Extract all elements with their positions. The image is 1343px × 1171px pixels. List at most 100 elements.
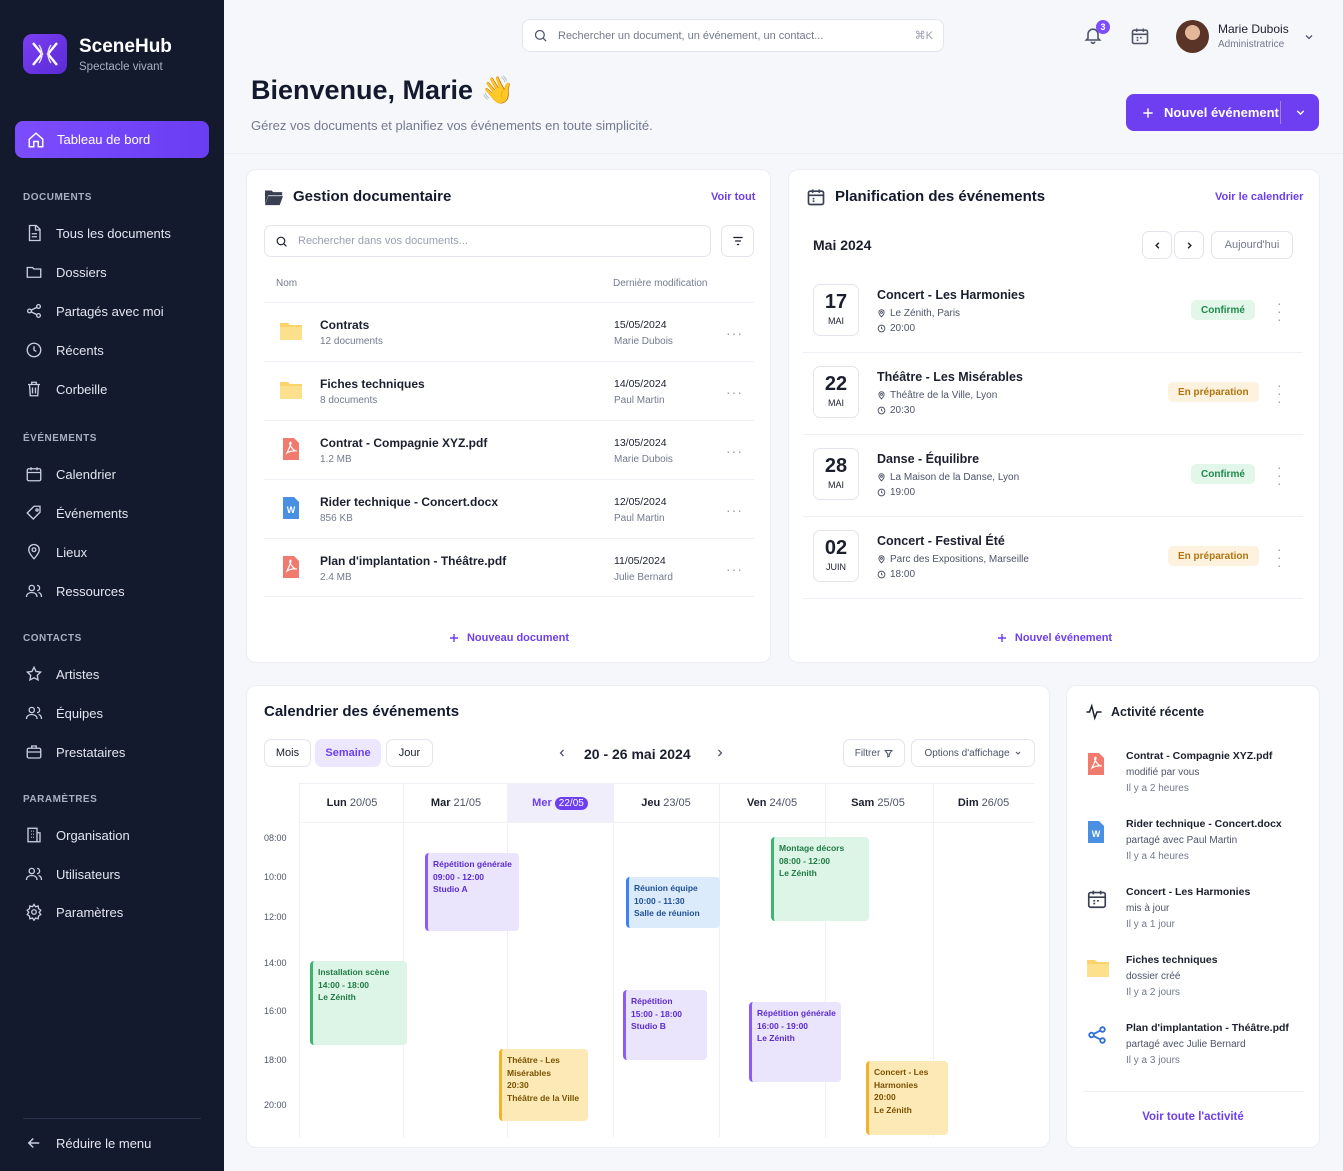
- pdf-file-icon: [283, 438, 299, 460]
- column-header-modified[interactable]: Dernière modification: [613, 278, 708, 289]
- user-menu-chevron-icon[interactable]: [1303, 31, 1315, 43]
- sidebar-item-users[interactable]: Utilisateurs: [25, 864, 120, 884]
- day-header[interactable]: Jeu 23/05: [613, 797, 719, 809]
- sidebar-item-settings[interactable]: Paramètres: [25, 902, 123, 922]
- new-event-button[interactable]: Nouvel événement: [1126, 94, 1319, 131]
- activity-item[interactable]: Concert - Les Harmonies mis à jour Il y …: [1084, 886, 1314, 942]
- view-day-button[interactable]: Jour: [386, 739, 433, 767]
- event-item[interactable]: 22 MAI Théâtre - Les Misérables Théâtre d…: [803, 353, 1303, 435]
- sidebar-item-folders[interactable]: Dossiers: [25, 262, 107, 282]
- activity-item[interactable]: Fiches techniques dossier créé Il y a 2 …: [1084, 954, 1314, 1010]
- activity-item[interactable]: Plan d'implantation - Théâtre.pdf partag…: [1084, 1022, 1314, 1078]
- pdf-file-icon: [283, 556, 299, 578]
- event-location: Parc des Expositions, Marseille: [877, 554, 1029, 565]
- more-options-icon[interactable]: ···: [726, 325, 743, 341]
- sidebar-item-resources[interactable]: Ressources: [25, 581, 125, 601]
- collapse-menu-button[interactable]: Réduire le menu: [25, 1133, 151, 1153]
- sidebar-item-teams[interactable]: Équipes: [25, 703, 103, 723]
- table-row[interactable]: Fiches techniques 8 documents 14/05/2024…: [264, 361, 754, 420]
- more-options-icon[interactable]: ···: [1277, 542, 1282, 572]
- calendar-button[interactable]: [1130, 26, 1150, 46]
- document-search-input[interactable]: Rechercher dans vos documents...: [264, 225, 711, 257]
- star-icon: [25, 665, 43, 682]
- event-item[interactable]: 17 MAI Concert - Les Harmonies Le Zénith,…: [803, 271, 1303, 353]
- event-item[interactable]: 28 MAI Danse - Équilibre La Maison de la …: [803, 435, 1303, 517]
- doc-name: Rider technique - Concert.docx: [320, 495, 499, 509]
- filter-icon: [732, 236, 743, 246]
- more-options-icon[interactable]: ···: [1277, 378, 1282, 408]
- table-row[interactable]: Plan d'implantation - Théâtre.pdf 2.4 MB…: [264, 538, 754, 597]
- new-event-link[interactable]: Nouvel événement: [789, 632, 1319, 644]
- calendar-event[interactable]: Théâtre - Les Misérables 20:30 Théâtre de …: [499, 1049, 588, 1121]
- user-name[interactable]: Marie Dubois: [1218, 22, 1289, 36]
- more-options-icon[interactable]: ···: [726, 561, 743, 577]
- sidebar-item-artists[interactable]: Artistes: [25, 664, 99, 684]
- view-week-button[interactable]: Semaine: [315, 739, 381, 767]
- display-options-dropdown[interactable]: Options d'affichage: [911, 739, 1035, 767]
- brand[interactable]: SceneHub Spectacle vivant: [23, 34, 172, 74]
- next-week-button[interactable]: [714, 747, 726, 759]
- sidebar-item-trash[interactable]: Corbeille: [25, 379, 107, 399]
- calendar-event[interactable]: Réunion équipe 10:00 - 11:30 Salle de réun…: [626, 877, 720, 928]
- sidebar-item-label: Tableau de bord: [57, 132, 151, 147]
- table-row[interactable]: Contrat - Compagnie XYZ.pdf 1.2 MB 13/05…: [264, 420, 754, 479]
- doc-user: Marie Dubois: [614, 454, 673, 465]
- day-header[interactable]: Ven 24/05: [719, 797, 825, 809]
- prev-week-button[interactable]: [556, 747, 568, 759]
- sidebar-item-recent[interactable]: Récents: [25, 340, 104, 360]
- sidebar-item-all-documents[interactable]: Tous les documents: [25, 223, 171, 243]
- table-row[interactable]: Contrats 12 documents 15/05/2024 Marie D…: [264, 302, 754, 361]
- sidebar-item-shared[interactable]: Partagés avec moi: [25, 301, 164, 321]
- sidebar-item-organisation[interactable]: Organisation: [25, 825, 130, 845]
- new-document-button[interactable]: Nouveau document: [247, 632, 770, 644]
- new-event-dropdown[interactable]: [1281, 106, 1319, 119]
- sidebar-item-providers[interactable]: Prestataires: [25, 742, 125, 762]
- column-header-name[interactable]: Nom: [276, 278, 297, 289]
- today-button[interactable]: Aujourd'hui: [1211, 231, 1293, 259]
- sidebar-item-label: Ressources: [56, 583, 125, 599]
- day-header[interactable]: Mar 21/05: [403, 797, 509, 809]
- view-all-documents-link[interactable]: Voir tout: [711, 191, 755, 203]
- grid-line: [299, 822, 1034, 823]
- more-options-icon[interactable]: ···: [1277, 460, 1282, 490]
- event-time: 16:00 - 19:00: [757, 1020, 809, 1031]
- day-header[interactable]: Lun 20/05: [299, 797, 405, 809]
- calendar-event[interactable]: Montage décors 08:00 - 12:00 Le Zénith: [771, 837, 869, 921]
- more-options-icon[interactable]: ···: [726, 384, 743, 400]
- event-item[interactable]: 02 JUIN Concert - Festival Été Parc des E…: [803, 517, 1303, 599]
- activity-item[interactable]: W Rider technique - Concert.docx partagé…: [1084, 818, 1314, 874]
- more-options-icon[interactable]: ···: [726, 443, 743, 459]
- document-filter-button[interactable]: [721, 225, 754, 257]
- next-month-button[interactable]: [1174, 231, 1204, 259]
- view-calendar-link[interactable]: Voir le calendrier: [1215, 191, 1303, 203]
- sidebar-item-label: Dossiers: [56, 264, 107, 280]
- clock-icon: [877, 406, 886, 415]
- activity-item[interactable]: Contrat - Compagnie XYZ.pdf modifié par …: [1084, 750, 1314, 806]
- sidebar-item-label: Artistes: [56, 666, 100, 682]
- calendar-event[interactable]: Répétition générale 09:00 - 12:00 Studio A: [425, 853, 519, 931]
- search-icon: [534, 29, 547, 42]
- table-row[interactable]: W Rider technique - Concert.docx 856 KB …: [264, 479, 754, 538]
- calendar-event[interactable]: Concert - Les Harmonies 20:00 Le Zénith: [866, 1061, 948, 1135]
- prev-month-button[interactable]: [1142, 231, 1172, 259]
- status-badge: En préparation: [1168, 546, 1259, 566]
- sidebar-item-dashboard[interactable]: Tableau de bord: [15, 121, 209, 158]
- calendar-event[interactable]: Installation scène 14:00 - 18:00 Le Zénith: [310, 961, 407, 1045]
- avatar[interactable]: [1176, 20, 1209, 53]
- day-header-today[interactable]: Mer 22/05: [507, 797, 613, 810]
- calendar-event[interactable]: Répétition 15:00 - 18:00 Studio B: [623, 990, 707, 1060]
- view-all-activity-link[interactable]: Voir toute l'activité: [1067, 1111, 1319, 1123]
- sidebar-item-venues[interactable]: Lieux: [25, 542, 87, 562]
- day-header[interactable]: Sam 25/05: [825, 797, 931, 809]
- day-header[interactable]: Dim 26/05: [933, 797, 1034, 809]
- view-month-button[interactable]: Mois: [264, 739, 311, 767]
- sidebar-item-events[interactable]: Événements: [25, 503, 128, 523]
- sidebar-item-label: Prestataires: [56, 744, 126, 760]
- more-options-icon[interactable]: ···: [1277, 296, 1282, 326]
- sidebar-item-calendar[interactable]: Calendrier: [25, 464, 116, 484]
- global-search-input[interactable]: Rechercher un document, un événement, un…: [522, 19, 944, 52]
- more-options-icon[interactable]: ···: [726, 502, 743, 518]
- calendar-filter-button[interactable]: Filtrer: [843, 739, 905, 767]
- clock-icon: [877, 488, 886, 497]
- calendar-event[interactable]: Répétition générale 16:00 - 19:00 Le Zénit…: [749, 1002, 841, 1082]
